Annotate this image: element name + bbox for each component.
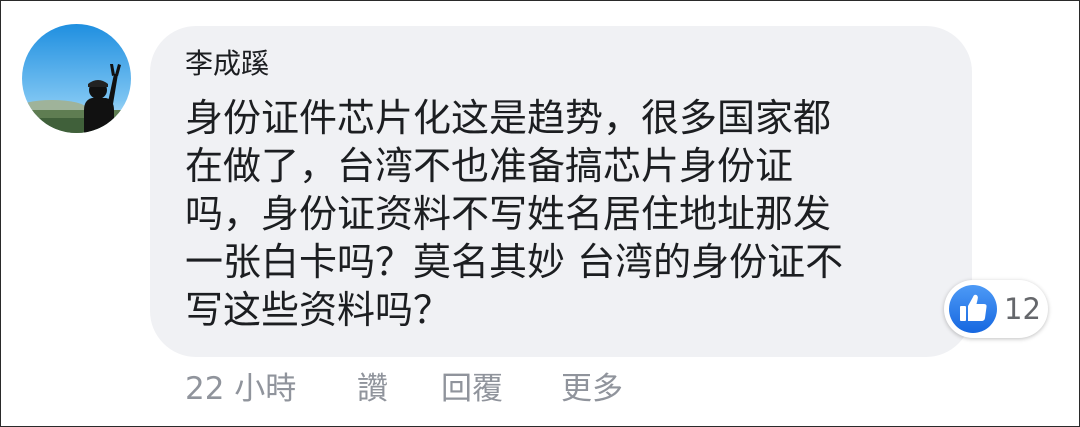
- comment-text-line: 在做了，台湾不也准备搞芯片身份证: [185, 144, 794, 188]
- comment-bubble: 李成蹊 身份证件芯片化这是趋势，很多国家都 在做了，台湾不也准备搞芯片身份证 吗…: [150, 26, 972, 357]
- avatar[interactable]: [22, 24, 131, 133]
- comment-text-line: 写这些资料吗？: [185, 288, 452, 332]
- comment-text-line: 一张白卡吗？莫名其妙 台湾的身份证不: [185, 240, 844, 284]
- avatar-photo: [22, 24, 131, 133]
- more-button[interactable]: 更多: [561, 367, 623, 411]
- like-button[interactable]: 讚: [357, 367, 388, 411]
- reaction-summary[interactable]: 12: [944, 280, 1048, 338]
- comment-text-line: 吗，身份证资料不写姓名居住地址那发: [185, 192, 832, 236]
- comment-author[interactable]: 李成蹊: [185, 46, 269, 82]
- comment-text: 身份证件芯片化这是趋势，很多国家都 在做了，台湾不也准备搞芯片身份证 吗，身份证…: [185, 94, 955, 334]
- comment-text-line: 身份证件芯片化这是趋势，很多国家都: [185, 96, 832, 140]
- comment-timestamp[interactable]: 22 小時: [185, 367, 296, 411]
- thumbs-up-icon: [947, 283, 999, 335]
- reply-button[interactable]: 回覆: [441, 367, 503, 411]
- reaction-count: 12: [1004, 292, 1041, 326]
